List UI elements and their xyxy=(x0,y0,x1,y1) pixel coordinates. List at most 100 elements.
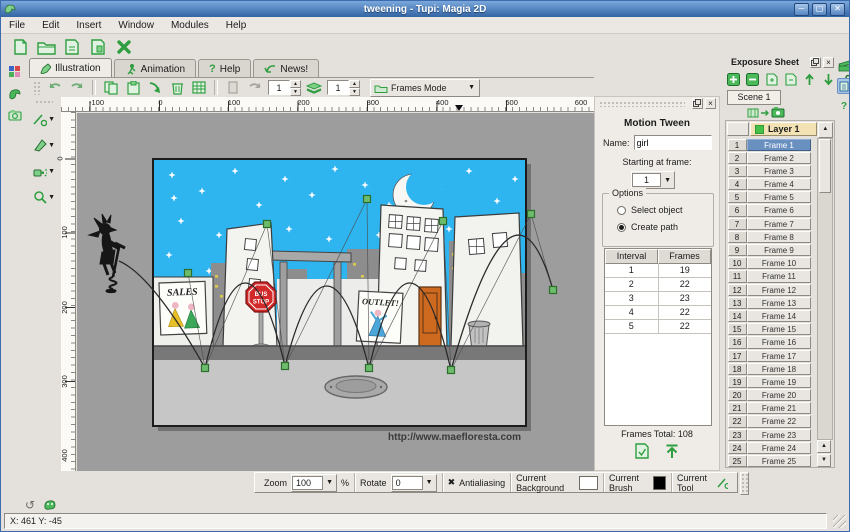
tab-illustration[interactable]: Illustration xyxy=(29,58,112,78)
panel-grip[interactable] xyxy=(35,100,53,105)
frame-row[interactable]: 2Frame 2 xyxy=(727,151,815,164)
layer-header[interactable]: Layer 1 xyxy=(750,122,817,136)
frame-cell[interactable]: Frame 6 xyxy=(747,204,811,216)
copy-frame-button[interactable] xyxy=(764,72,779,86)
frame-row[interactable]: 10Frame 10 xyxy=(727,257,815,270)
panel-drag-handle[interactable] xyxy=(599,101,685,107)
frame-cell[interactable]: Frame 24 xyxy=(747,442,811,454)
copy-frame-button[interactable] xyxy=(101,79,121,96)
tab-news[interactable]: News! xyxy=(253,59,319,78)
apply-tween-button[interactable] xyxy=(664,443,680,459)
move-down-button[interactable] xyxy=(821,72,836,86)
frame-row[interactable]: 11Frame 11 xyxy=(727,270,815,283)
frame-row[interactable]: 6Frame 6 xyxy=(727,204,815,217)
frame-cell[interactable]: Frame 3 xyxy=(747,165,811,177)
move-up-button[interactable] xyxy=(802,72,817,86)
scroll-up-button[interactable]: ▲ xyxy=(818,122,833,138)
menu-item-file[interactable]: File xyxy=(9,20,25,31)
close-project-button[interactable] xyxy=(111,35,137,59)
frame-cell[interactable]: Frame 25 xyxy=(747,455,811,467)
frame-cell[interactable]: Frame 10 xyxy=(747,257,811,269)
zoom-combo[interactable]: 100 ▼ xyxy=(291,474,337,492)
radio-create-path[interactable]: Create path xyxy=(617,222,678,232)
frame-row[interactable]: 8Frame 8 xyxy=(727,230,815,243)
witch-character[interactable] xyxy=(89,214,125,293)
spin-up[interactable]: ▲ xyxy=(290,80,301,88)
camera-icon[interactable] xyxy=(5,106,25,124)
frame-row[interactable]: 13Frame 13 xyxy=(727,296,815,309)
frame-row[interactable]: 15Frame 15 xyxy=(727,323,815,336)
menu-item-edit[interactable]: Edit xyxy=(42,20,59,31)
frame-row[interactable]: 12Frame 12 xyxy=(727,283,815,296)
frame-row[interactable]: 5Frame 5 xyxy=(727,191,815,204)
mascot-icon[interactable] xyxy=(43,499,57,511)
close-button[interactable]: ✕ xyxy=(830,3,845,16)
paste-frame-button[interactable] xyxy=(783,72,798,86)
frame-cell[interactable]: Frame 15 xyxy=(747,323,811,335)
layer-index-spinner[interactable]: 1 ▲▼ xyxy=(268,80,301,95)
frame-cell[interactable]: Frame 4 xyxy=(747,178,811,190)
frame-index-spinner[interactable]: 1 ▲▼ xyxy=(327,80,360,95)
tool-fill-spray[interactable]: ▼ xyxy=(32,161,58,181)
mascot-brush-icon[interactable] xyxy=(5,85,25,103)
frame-row[interactable]: 18Frame 18 xyxy=(727,362,815,375)
frame-cell[interactable]: Frame 8 xyxy=(747,231,811,243)
spin-down[interactable]: ▼ xyxy=(290,88,301,96)
antialiasing-checkbox[interactable]: ✖ Antialiasing xyxy=(442,473,511,492)
redo-button[interactable] xyxy=(67,79,87,96)
float-panel-button[interactable] xyxy=(810,57,821,68)
color-palette-icon[interactable] xyxy=(5,63,25,81)
frame-cell[interactable]: Frame 19 xyxy=(747,376,811,388)
menu-item-modules[interactable]: Modules xyxy=(171,20,209,31)
frame-row[interactable]: 4Frame 4 xyxy=(727,178,815,191)
titlebar[interactable]: tweening - Tupi: Magia 2D ─ ▢ ✕ xyxy=(1,1,849,17)
frame-cell[interactable]: Frame 11 xyxy=(747,270,811,282)
radio-select-object[interactable]: Select object xyxy=(617,205,683,215)
radio-icon[interactable] xyxy=(617,206,626,215)
tween-name-input[interactable] xyxy=(634,135,712,150)
frame-row[interactable]: 21Frame 21 xyxy=(727,402,815,415)
resize-grip[interactable] xyxy=(833,515,846,528)
frame-cell[interactable]: Frame 20 xyxy=(747,389,811,401)
add-layer-button[interactable] xyxy=(726,72,741,86)
layer-corner-cell[interactable] xyxy=(727,122,749,136)
tab-animation[interactable]: Animation xyxy=(114,59,196,78)
spin-up[interactable]: ▲ xyxy=(349,80,360,88)
interval-row[interactable]: 222 xyxy=(605,278,711,292)
frame-row[interactable]: 9Frame 9 xyxy=(727,244,815,257)
interval-row[interactable]: 323 xyxy=(605,292,711,306)
interval-row[interactable]: 522 xyxy=(605,320,711,334)
frame-cell[interactable]: Frame 12 xyxy=(747,284,811,296)
exposure-sheet-toggle[interactable] xyxy=(837,78,850,94)
save-tween-button[interactable] xyxy=(634,443,650,459)
delete-frame-button[interactable] xyxy=(167,79,187,96)
frame-cell[interactable]: Frame 22 xyxy=(747,415,811,427)
frame-row[interactable]: 7Frame 7 xyxy=(727,217,815,230)
minimize-button[interactable]: ─ xyxy=(794,3,809,16)
frame-row[interactable]: 25Frame 25 xyxy=(727,455,815,468)
frame-row[interactable]: 17Frame 17 xyxy=(727,349,815,362)
current-background-group[interactable]: Current Background xyxy=(510,473,603,492)
current-tool-group[interactable]: Current Tool xyxy=(671,473,733,492)
history-icon[interactable]: ↺ xyxy=(25,498,35,512)
grid-button[interactable] xyxy=(189,79,209,96)
frame-cell[interactable]: Frame 14 xyxy=(747,310,811,322)
spin-down[interactable]: ▼ xyxy=(349,88,360,96)
save-as-button[interactable] xyxy=(85,35,111,59)
frame-row[interactable]: 24Frame 24 xyxy=(727,441,815,454)
close-panel-button[interactable]: × xyxy=(823,57,834,68)
menu-item-help[interactable]: Help xyxy=(226,20,247,31)
frame-row[interactable]: 20Frame 20 xyxy=(727,389,815,402)
paste-in-place-button[interactable] xyxy=(145,79,165,96)
new-project-button[interactable] xyxy=(7,35,33,59)
scenes-clapperboard-icon[interactable] xyxy=(837,58,850,74)
scroll-up-button[interactable]: ▲ xyxy=(817,440,831,453)
frame-cell[interactable]: Frame 1 xyxy=(747,139,811,151)
frame-row[interactable]: 1Frame 1 xyxy=(727,138,815,151)
paste-frame-button[interactable] xyxy=(123,79,143,96)
undo-button[interactable] xyxy=(45,79,65,96)
frame-cell[interactable]: Frame 7 xyxy=(747,218,811,230)
start-frame-combo[interactable]: 1 ▼ xyxy=(631,171,675,189)
frame-cell[interactable]: Frame 9 xyxy=(747,244,811,256)
help-toggle[interactable]: ? xyxy=(837,98,850,114)
